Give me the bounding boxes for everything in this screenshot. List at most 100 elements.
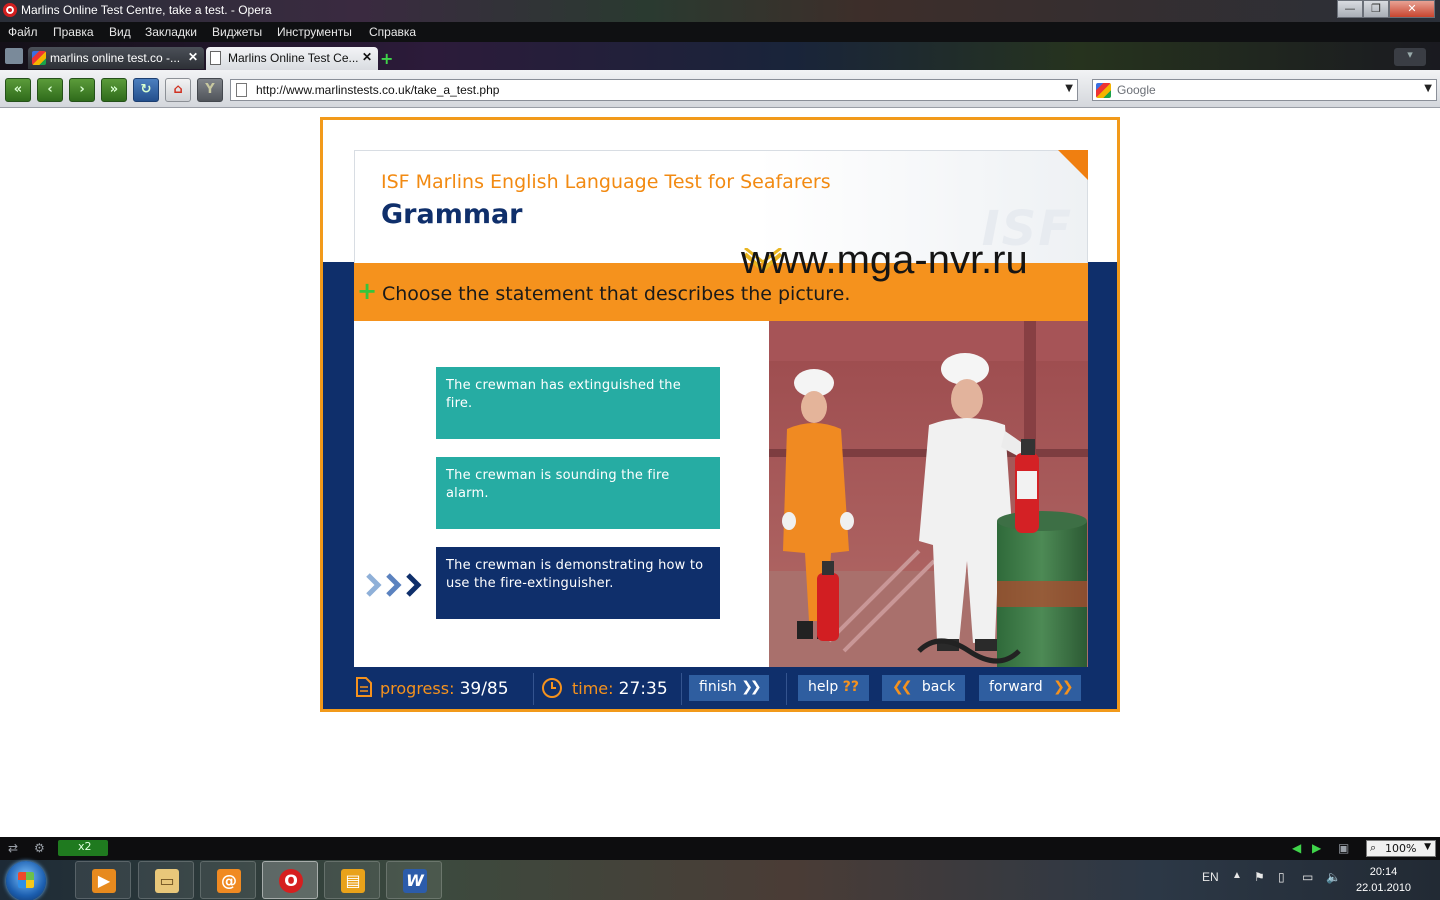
- menu-bar: Файл Правка Вид Закладки Виджеты Инструм…: [0, 22, 1440, 42]
- page-icon: [236, 83, 247, 97]
- answer-text: The crewman is demonstrating how to use …: [446, 558, 704, 591]
- zoom-value: 100%: [1385, 842, 1417, 855]
- answer-option-3[interactable]: The crewman is demonstrating how to use …: [436, 547, 720, 619]
- time-value: 27:35: [618, 679, 668, 699]
- help-label: help: [808, 679, 839, 695]
- turbo-status[interactable]: x2: [58, 840, 108, 856]
- rewind-icon[interactable]: «: [5, 78, 31, 102]
- start-button[interactable]: [6, 861, 46, 900]
- navigation-toolbar: « ‹ › » ↻ ⌂ Y http://www.marlinstests.co…: [0, 70, 1440, 108]
- window-title: Marlins Online Test Centre, take a test.…: [21, 3, 272, 17]
- menu-help[interactable]: Справка: [369, 25, 416, 39]
- double-chevron-right-icon: ❯❯: [1053, 679, 1074, 695]
- windows-taskbar: ▶ ▭ @ O ▤ W EN ▲ ⚑ ▯ ▭ 🔈 20:14 22.01.201…: [0, 860, 1440, 900]
- double-chevron-left-icon: ❮❮: [892, 679, 913, 695]
- tab-google-search[interactable]: marlins online test.co -... ✕: [28, 47, 204, 69]
- network-icon[interactable]: ⚙: [34, 841, 45, 855]
- clock-date: 22.01.2010: [1356, 882, 1412, 894]
- opera-logo-icon: [3, 3, 17, 17]
- answer-option-1[interactable]: The crewman has extinguished the fire.: [436, 367, 720, 439]
- trash-icon[interactable]: ▾: [1394, 48, 1426, 66]
- taskbar-explorer[interactable]: ▭: [138, 861, 194, 899]
- transfer-icon[interactable]: ⇄: [8, 841, 18, 855]
- finish-label: finish: [699, 679, 737, 695]
- network-tray-icon[interactable]: ▭: [1302, 870, 1313, 884]
- turbo-count: x2: [78, 840, 92, 853]
- answers-panel: The crewman has extinguished the fire. T…: [354, 321, 770, 667]
- menu-view[interactable]: Вид: [109, 25, 131, 39]
- divider: [533, 673, 534, 705]
- answer-text: The crewman is sounding the fire alarm.: [446, 468, 670, 501]
- taskbar-opera[interactable]: O: [262, 861, 318, 899]
- help-question-icon: ??: [842, 679, 859, 695]
- back-arrow-icon[interactable]: ‹: [37, 78, 63, 102]
- progress-value: 39/85: [459, 679, 509, 699]
- action-center-flag-icon[interactable]: ⚑: [1254, 870, 1265, 884]
- time-label: time:: [572, 679, 614, 698]
- divider: [681, 673, 682, 705]
- progress-label: progress:: [380, 679, 455, 698]
- taskbar-word[interactable]: W: [386, 861, 442, 899]
- menu-file[interactable]: Файл: [8, 25, 38, 39]
- menu-bookmarks[interactable]: Закладки: [145, 25, 197, 39]
- at-sign-icon: @: [217, 869, 241, 893]
- taskbar-archive[interactable]: ▤: [324, 861, 380, 899]
- image-toggle-icon[interactable]: ▣: [1338, 841, 1349, 855]
- wand-icon[interactable]: Y: [197, 78, 223, 102]
- plus-icon: +: [357, 277, 378, 305]
- clock-time: 20:14: [1369, 866, 1398, 878]
- window-controls: — ❐ ✕: [1337, 0, 1435, 18]
- device-icon[interactable]: ▯: [1278, 870, 1285, 884]
- address-dropdown-icon[interactable]: ▼: [1065, 83, 1073, 94]
- help-button[interactable]: help ??: [798, 675, 869, 701]
- language-indicator[interactable]: EN: [1202, 870, 1219, 884]
- search-dropdown-icon[interactable]: ▼: [1424, 83, 1432, 94]
- panel-toggle-icon[interactable]: [5, 48, 23, 64]
- home-icon[interactable]: ⌂: [165, 78, 191, 102]
- google-search-icon: [1096, 83, 1111, 98]
- windows-logo-icon: [18, 872, 34, 888]
- watermark-text: www.mga-nvr.ru: [741, 238, 1028, 282]
- forward-button[interactable]: forward ❯❯: [979, 675, 1081, 701]
- opera-icon: O: [279, 869, 303, 893]
- media-player-icon: ▶: [92, 869, 116, 893]
- section-title: Grammar: [381, 199, 523, 230]
- back-label: back: [921, 679, 956, 695]
- reload-icon[interactable]: ↻: [133, 78, 159, 102]
- tab-close-icon[interactable]: ✕: [362, 50, 372, 64]
- menu-widgets[interactable]: Виджеты: [212, 25, 262, 39]
- back-green-icon[interactable]: ◀: [1292, 841, 1301, 855]
- forward-arrow-icon[interactable]: ›: [69, 78, 95, 102]
- browser-statusbar: ⇄ ⚙ x2 ◀ ▶ ▣ 100% ▼ ⌕: [0, 837, 1440, 860]
- answer-option-2[interactable]: The crewman is sounding the fire alarm.: [436, 457, 720, 529]
- timer: time: 27:35: [572, 679, 668, 699]
- search-box[interactable]: Google ▼: [1092, 79, 1437, 101]
- archive-icon: ▤: [341, 869, 365, 893]
- tab-marlins-test[interactable]: Marlins Online Test Ce... ✕: [206, 47, 378, 71]
- menu-tools[interactable]: Инструменты: [277, 25, 352, 39]
- zoom-select[interactable]: 100% ▼ ⌕: [1366, 840, 1436, 857]
- system-clock[interactable]: 20:14 22.01.2010: [1356, 864, 1411, 896]
- taskbar-media-player[interactable]: ▶: [75, 861, 131, 899]
- double-chevron-right-icon: ❯❯: [741, 679, 762, 695]
- tray-expand-icon[interactable]: ▲: [1232, 870, 1242, 881]
- zoom-dropdown-icon: ▼: [1424, 842, 1431, 852]
- address-bar[interactable]: http://www.marlinstests.co.uk/take_a_tes…: [230, 79, 1078, 101]
- finish-button[interactable]: finish ❯❯: [689, 675, 769, 701]
- back-button[interactable]: ❮❮ back: [882, 675, 966, 701]
- new-tab-icon[interactable]: +: [380, 49, 393, 68]
- volume-icon[interactable]: 🔈: [1326, 870, 1341, 884]
- divider: [786, 673, 787, 705]
- minimize-button[interactable]: —: [1337, 0, 1363, 18]
- forward-green-icon[interactable]: ▶: [1312, 841, 1321, 855]
- question-photo: [769, 321, 1088, 667]
- close-button[interactable]: ✕: [1389, 0, 1435, 18]
- fast-forward-icon[interactable]: »: [101, 78, 127, 102]
- selected-arrow-icon: [366, 573, 422, 597]
- test-control-bar: progress: 39/85 time: 27:35 finish ❯❯ he…: [354, 667, 1088, 709]
- tab-close-icon[interactable]: ✕: [188, 50, 198, 64]
- tab-label: Marlins Online Test Ce...: [228, 51, 359, 65]
- taskbar-mail-agent[interactable]: @: [200, 861, 256, 899]
- maximize-button[interactable]: ❐: [1363, 0, 1389, 18]
- menu-edit[interactable]: Правка: [53, 25, 94, 39]
